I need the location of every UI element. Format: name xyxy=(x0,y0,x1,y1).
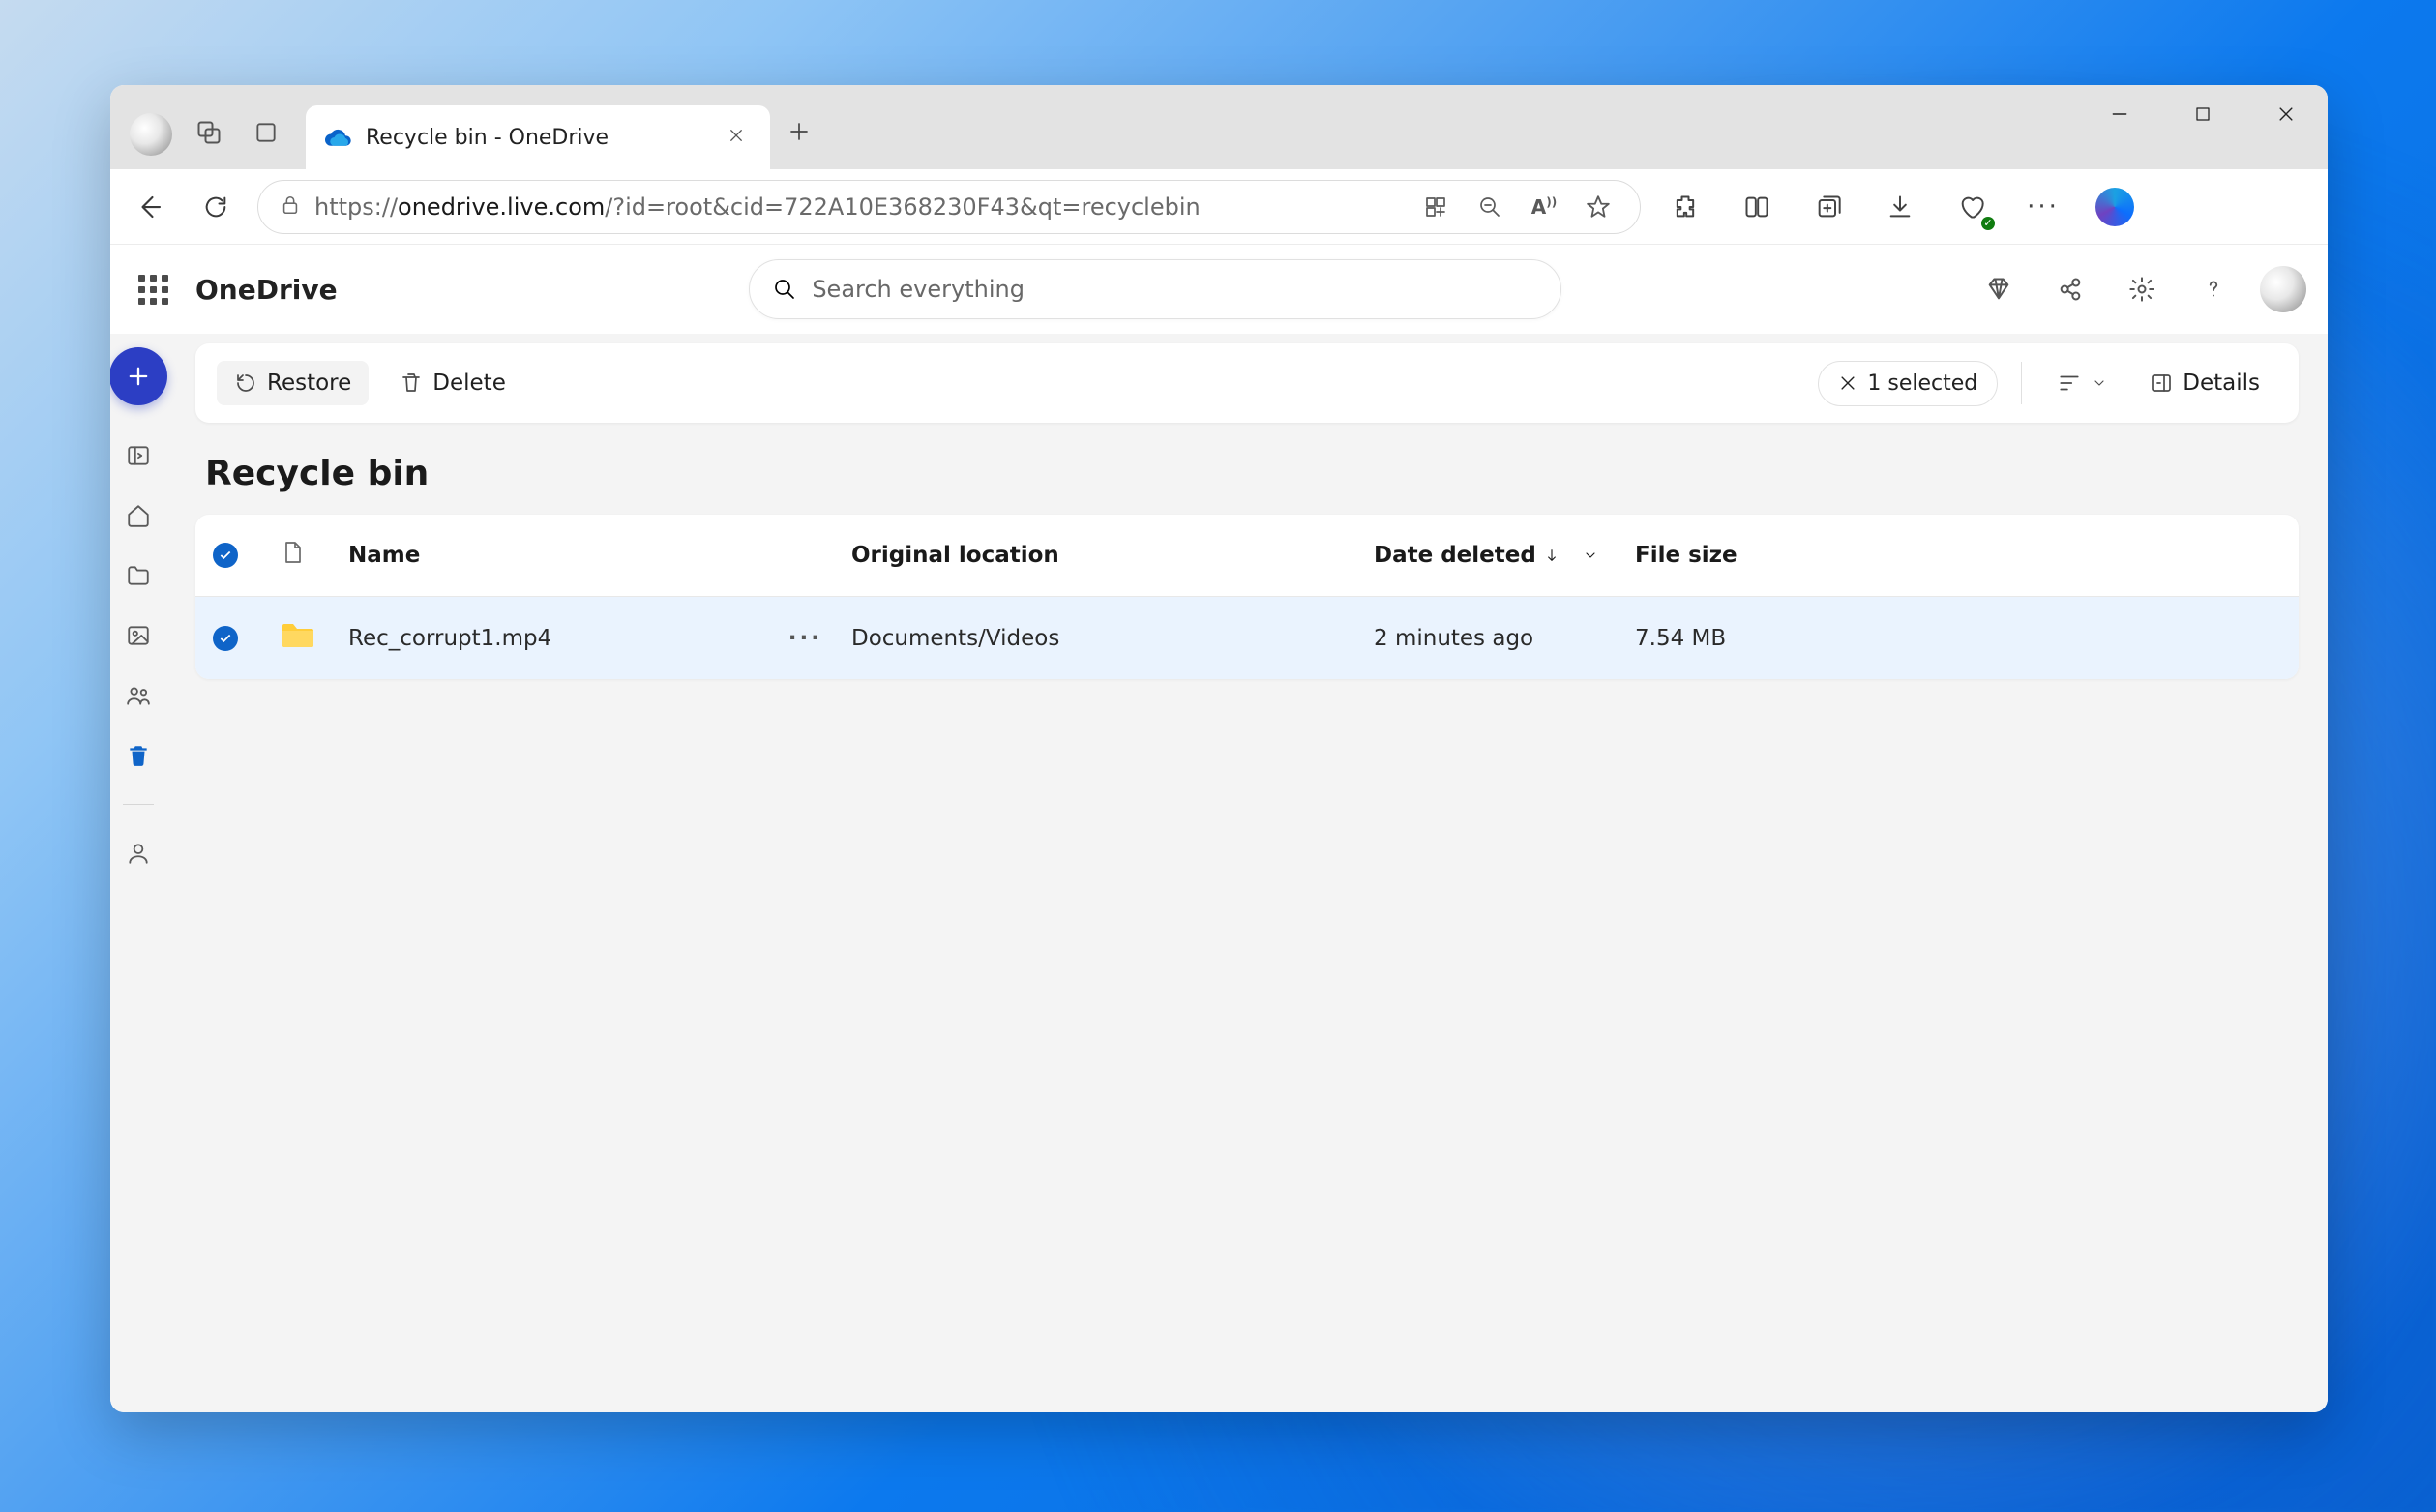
sort-desc-icon xyxy=(1544,548,1560,563)
clear-selection-button[interactable]: 1 selected xyxy=(1818,361,1998,406)
chevron-down-icon xyxy=(2092,375,2107,391)
separator xyxy=(2021,362,2022,404)
back-button[interactable] xyxy=(126,183,174,231)
nav-separator xyxy=(123,804,154,805)
restore-icon xyxy=(234,371,257,395)
favorite-icon[interactable] xyxy=(1578,194,1619,220)
split-screen-icon[interactable] xyxy=(1730,180,1784,234)
delete-button[interactable]: Delete xyxy=(382,361,523,405)
performance-icon[interactable]: ✓ xyxy=(1945,180,1999,234)
table-row[interactable]: Rec_corrupt1.mp4 ··· Documents/Videos 2 … xyxy=(195,596,2299,679)
nav-people-icon[interactable] xyxy=(119,834,158,873)
address-bar[interactable]: https://onedrive.live.com/?id=root&cid=7… xyxy=(257,180,1641,234)
copilot-button[interactable] xyxy=(2088,180,2142,234)
apps-icon[interactable] xyxy=(1415,195,1456,219)
app-launcher-button[interactable] xyxy=(132,268,174,311)
share-icon[interactable] xyxy=(2045,264,2095,314)
page-title: Recycle bin xyxy=(205,454,2289,493)
nav-photos-icon[interactable] xyxy=(119,616,158,655)
window-maximize-button[interactable] xyxy=(2161,85,2244,143)
restore-label: Restore xyxy=(267,371,351,396)
collections-icon[interactable] xyxy=(1801,180,1856,234)
row-original-location: Documents/Videos xyxy=(851,626,1374,651)
tab-close-button[interactable] xyxy=(722,121,751,155)
delete-label: Delete xyxy=(432,371,506,396)
browser-window: Recycle bin - OneDrive https://onedrive.… xyxy=(110,85,2328,1412)
command-bar: Restore Delete 1 selected xyxy=(195,343,2299,423)
row-name-cell: Rec_corrupt1.mp4 ··· xyxy=(348,626,851,651)
column-name[interactable]: Name xyxy=(348,543,851,568)
app-body: Restore Delete 1 selected xyxy=(110,334,2328,1412)
trash-icon xyxy=(400,371,423,395)
downloads-icon[interactable] xyxy=(1873,180,1927,234)
details-button[interactable]: Details xyxy=(2132,361,2277,405)
site-lock-icon[interactable] xyxy=(280,193,301,222)
nav-expand-icon[interactable] xyxy=(119,436,158,475)
read-aloud-icon[interactable]: A)) xyxy=(1524,195,1564,219)
x-icon xyxy=(1838,373,1857,393)
chevron-down-icon xyxy=(1583,548,1598,563)
app-header: OneDrive xyxy=(110,245,2328,334)
nav-files-icon[interactable] xyxy=(119,556,158,595)
column-type-icon[interactable] xyxy=(281,539,348,572)
browser-profile-avatar[interactable] xyxy=(130,113,172,156)
add-new-button[interactable] xyxy=(110,347,167,405)
search-input[interactable] xyxy=(812,276,1537,303)
row-checkbox[interactable] xyxy=(213,626,238,651)
browser-titlebar: Recycle bin - OneDrive xyxy=(110,85,2328,169)
settings-icon[interactable] xyxy=(2117,264,2167,314)
account-avatar[interactable] xyxy=(2260,266,2306,312)
sort-button[interactable] xyxy=(2045,361,2119,405)
details-label: Details xyxy=(2183,371,2260,396)
app-brand[interactable]: OneDrive xyxy=(195,274,338,306)
column-file-size[interactable]: File size xyxy=(1635,543,2281,568)
nav-rail xyxy=(110,334,166,1412)
workspaces-icon[interactable] xyxy=(188,111,230,158)
refresh-button[interactable] xyxy=(192,183,240,231)
folder-icon xyxy=(281,622,348,655)
search-bar[interactable] xyxy=(749,259,1561,319)
details-icon xyxy=(2150,371,2173,395)
browser-tab[interactable]: Recycle bin - OneDrive xyxy=(306,105,770,169)
main-content: Restore Delete 1 selected xyxy=(166,334,2328,1412)
sort-icon xyxy=(2057,371,2082,396)
row-more-button[interactable]: ··· xyxy=(788,626,822,651)
onedrive-favicon-icon xyxy=(325,124,352,151)
tab-actions-icon[interactable] xyxy=(246,112,286,157)
more-icon[interactable]: ··· xyxy=(2016,180,2070,234)
browser-tab-title: Recycle bin - OneDrive xyxy=(366,126,708,150)
nav-recycle-bin-icon[interactable] xyxy=(119,736,158,775)
search-icon xyxy=(773,278,796,301)
row-date-deleted: 2 minutes ago xyxy=(1374,626,1635,651)
nav-home-icon[interactable] xyxy=(119,496,158,535)
help-icon[interactable] xyxy=(2188,264,2239,314)
premium-icon[interactable] xyxy=(1974,264,2024,314)
url-text: https://onedrive.live.com/?id=root&cid=7… xyxy=(314,193,1201,221)
column-date-deleted[interactable]: Date deleted xyxy=(1374,543,1635,568)
extensions-icon[interactable] xyxy=(1658,180,1712,234)
column-original-location[interactable]: Original location xyxy=(851,543,1374,568)
table-header: Name Original location Date deleted File… xyxy=(195,515,2299,596)
selected-count: 1 selected xyxy=(1867,371,1977,396)
select-all-checkbox[interactable] xyxy=(213,543,238,568)
file-name: Rec_corrupt1.mp4 xyxy=(348,626,551,651)
row-file-size: 7.54 MB xyxy=(1635,626,2281,651)
nav-shared-icon[interactable] xyxy=(119,676,158,715)
window-minimize-button[interactable] xyxy=(2078,85,2161,143)
new-tab-button[interactable] xyxy=(770,106,828,162)
restore-button[interactable]: Restore xyxy=(217,361,369,405)
browser-toolbar: https://onedrive.live.com/?id=root&cid=7… xyxy=(110,169,2328,245)
window-close-button[interactable] xyxy=(2244,85,2328,143)
zoom-out-icon[interactable] xyxy=(1470,195,1510,219)
file-list: Name Original location Date deleted File… xyxy=(195,515,2299,679)
